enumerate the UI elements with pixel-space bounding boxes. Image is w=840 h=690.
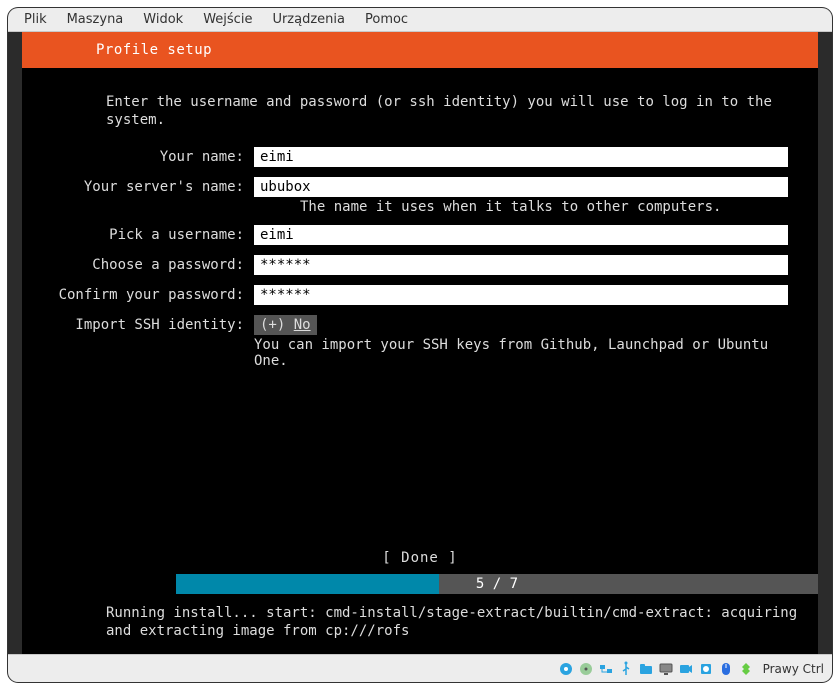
menu-machine[interactable]: Maszyna [57,12,134,27]
input-confirm-password[interactable]: ****** [254,285,788,305]
input-server-name[interactable]: ububox [254,177,788,197]
menubar: Plik Maszyna Widok Wejście Urządzenia Po… [8,8,832,32]
usb-icon[interactable] [617,660,635,678]
hdd-icon[interactable] [557,660,575,678]
mouse-integration-icon[interactable] [717,660,735,678]
keyboard-captured-icon[interactable] [737,660,755,678]
label-password: Choose a password: [22,255,254,273]
shared-folder-icon[interactable] [637,660,655,678]
done-area: [ Done ] [22,548,818,568]
menu-input[interactable]: Wejście [193,12,262,27]
hint-server-name: The name it uses when it talks to other … [254,197,788,215]
label-ssh-identity: Import SSH identity: [22,315,254,333]
progress-text: 5 / 7 [176,574,818,594]
install-log: Running install... start: cmd-install/st… [106,605,798,640]
guest-screen: Profile setup Enter the username and pas… [22,32,818,654]
input-username[interactable]: eimi [254,225,788,245]
row-ssh-identity: Import SSH identity: (+) No You can impo… [22,315,788,369]
label-username: Pick a username: [22,225,254,243]
installer-intro: Enter the username and password (or ssh … [22,94,818,147]
row-confirm-password: Confirm your password: ****** [22,285,788,305]
label-server-name: Your server's name: [22,177,254,195]
installer-title-bar: Profile setup [22,32,818,68]
menu-view[interactable]: Widok [133,12,193,27]
toggle-ssh-identity[interactable]: (+) No [254,315,317,335]
progress-bar-wrap: 5 / 7 [22,574,818,594]
label-your-name: Your name: [22,147,254,165]
recording-icon[interactable] [677,660,695,678]
row-server-name: Your server's name: ububox The name it u… [22,177,788,215]
host-key-label: Prawy Ctrl [757,662,824,676]
network-icon[interactable] [597,660,615,678]
done-button[interactable]: [ Done ] [382,548,457,568]
audio-icon[interactable] [697,660,715,678]
vm-window: Plik Maszyna Widok Wejście Urządzenia Po… [8,8,832,682]
installer-title: Profile setup [96,42,212,58]
installer-content: Enter the username and password (or ssh … [22,68,818,369]
row-your-name: Your name: eimi [22,147,788,167]
statusbar: Prawy Ctrl [8,654,832,682]
menu-devices[interactable]: Urządzenia [262,12,355,27]
optical-icon[interactable] [577,660,595,678]
row-username: Pick a username: eimi [22,225,788,245]
label-confirm-password: Confirm your password: [22,285,254,303]
input-your-name[interactable]: eimi [254,147,788,167]
input-password[interactable]: ****** [254,255,788,275]
menu-help[interactable]: Pomoc [355,12,418,27]
profile-form: Your name: eimi Your server's name: ubub… [22,147,818,369]
row-password: Choose a password: ****** [22,255,788,275]
progress-bar: 5 / 7 [176,574,818,594]
ssh-toggle-prefix: (+) [260,317,294,333]
progress-spacer [22,574,176,594]
display-icon[interactable] [657,660,675,678]
menu-file[interactable]: Plik [14,12,57,27]
hint-ssh-identity: You can import your SSH keys from Github… [254,335,788,369]
ssh-toggle-value: No [294,317,311,333]
